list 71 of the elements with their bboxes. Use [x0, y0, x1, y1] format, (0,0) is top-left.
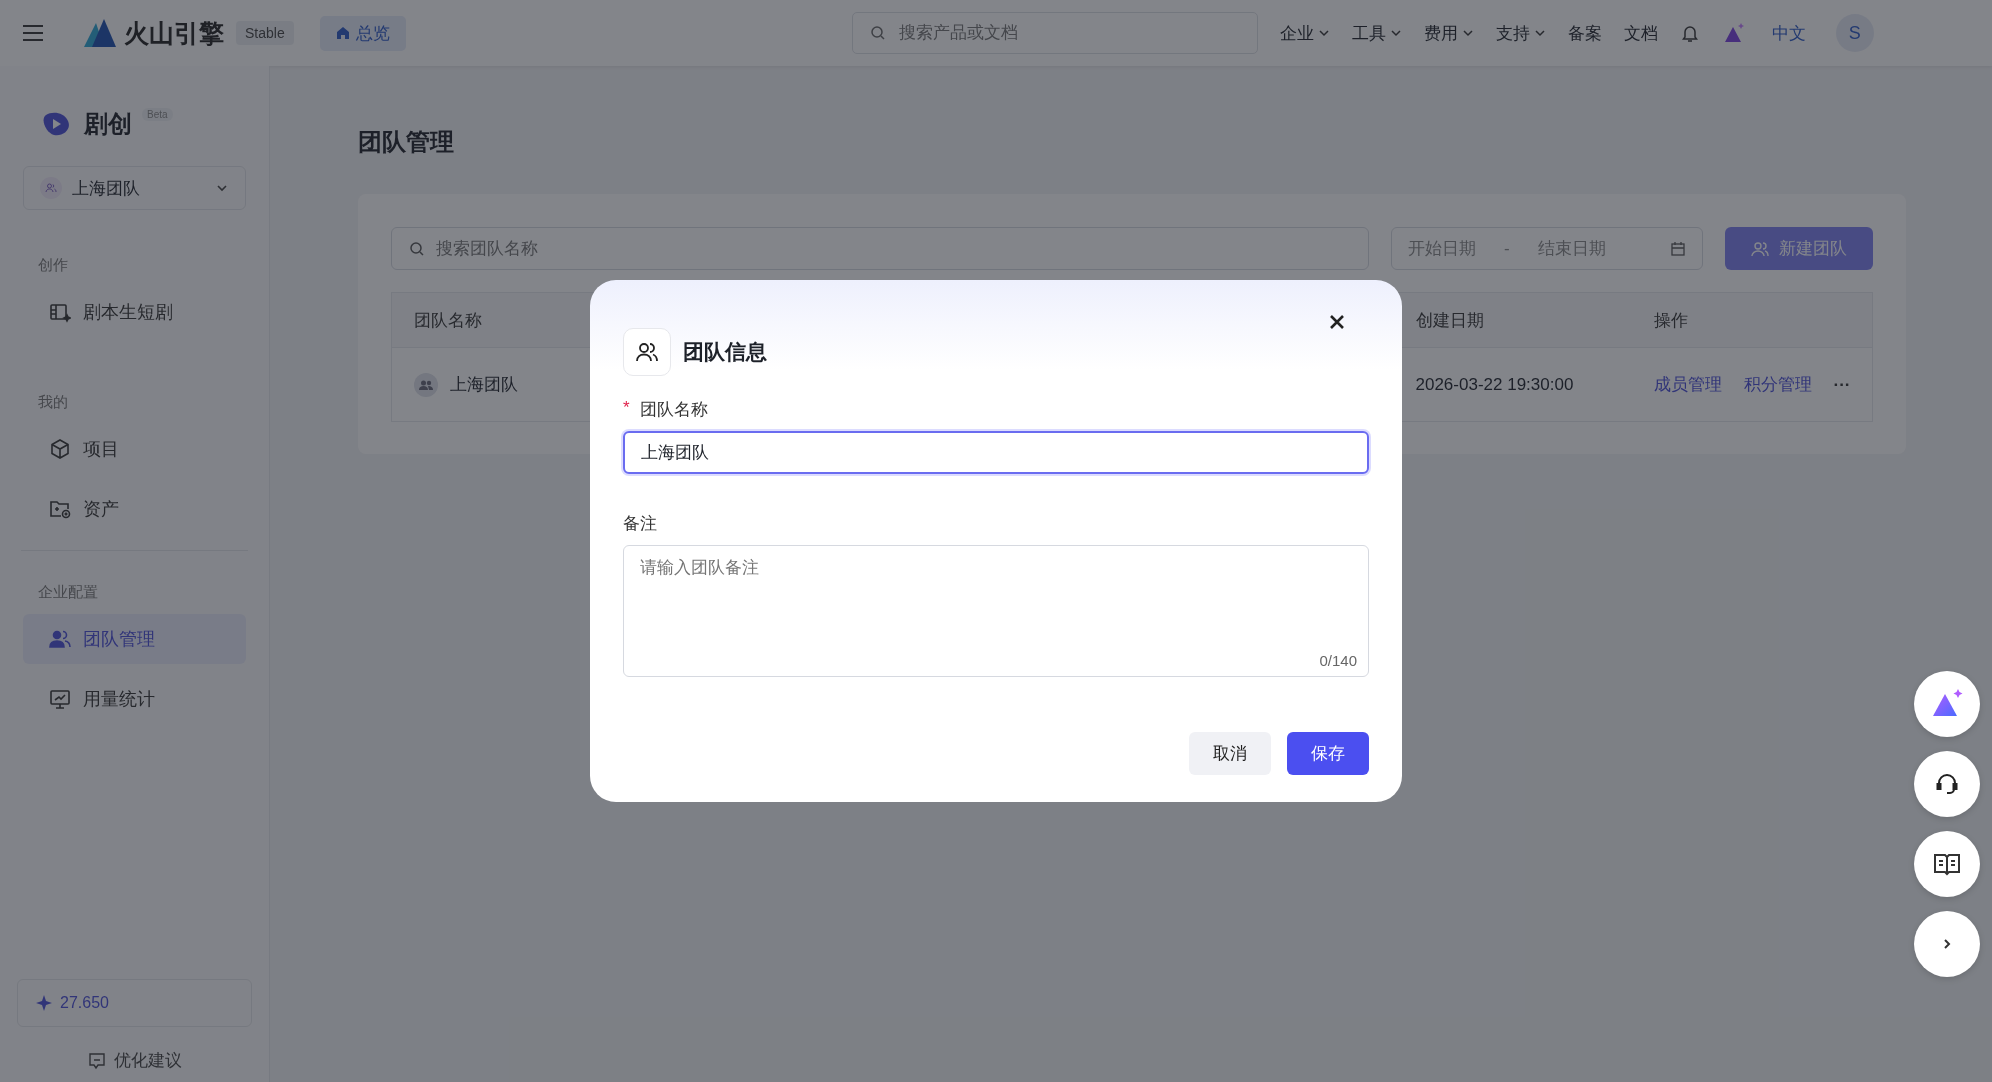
film-icon: [49, 301, 71, 323]
close-icon[interactable]: [1329, 314, 1345, 330]
sidebar-item[interactable]: 用量统计: [23, 674, 246, 724]
sidebar-item[interactable]: 项目: [23, 424, 246, 474]
cancel-button[interactable]: 取消: [1189, 732, 1271, 775]
table-cell-text: 上海团队: [450, 374, 518, 396]
field-label: 团队名称: [639, 399, 708, 421]
bell-icon[interactable]: [1679, 23, 1700, 43]
table-cell: 2026-03-22 19:30:00: [1415, 374, 1574, 394]
nav-menu[interactable]: 工具: [1351, 21, 1402, 45]
sidebar-item[interactable]: 资产: [23, 484, 246, 534]
team-icon: [1751, 239, 1769, 258]
team-icon: [49, 628, 71, 650]
chevron-down-icon: [1317, 27, 1330, 39]
more-button[interactable]: ···: [1833, 374, 1851, 395]
credits-amount: 27.650: [60, 994, 109, 1012]
nav-link[interactable]: 备案: [1567, 21, 1602, 45]
page-title: 团队管理: [358, 127, 455, 157]
feedback-link[interactable]: 优化建议: [17, 1049, 252, 1072]
language-link[interactable]: 中文: [1771, 21, 1806, 45]
sparkle-icon: [36, 995, 52, 1011]
app-logo-icon: [42, 111, 70, 137]
nav-menu[interactable]: 企业: [1279, 21, 1330, 45]
column-header: 创建日期: [1415, 310, 1484, 330]
chevron-down-icon: [1533, 27, 1546, 39]
book-icon: [1933, 852, 1961, 876]
column-header: 团队名称: [414, 310, 482, 330]
guide-button[interactable]: [1914, 831, 1980, 897]
chevron-down-icon: [1389, 27, 1402, 39]
app-name: 剧创: [84, 109, 132, 139]
team-icon: [623, 328, 671, 376]
mountain-logo-icon: [84, 19, 118, 47]
user-avatar[interactable]: S: [1835, 14, 1874, 52]
channel-tag: Stable: [236, 21, 294, 45]
cube-icon: [49, 438, 71, 460]
character-counter: 0/140: [1319, 652, 1357, 669]
team-name-field[interactable]: 上海团队: [623, 431, 1369, 474]
headset-icon: [1934, 771, 1960, 797]
home-icon: [335, 26, 350, 40]
monitor-icon: [49, 688, 71, 710]
search-field[interactable]: 搜索产品或文档: [851, 12, 1258, 54]
assistant-button[interactable]: [1914, 671, 1980, 737]
team-avatar-icon: [414, 372, 438, 397]
menu-icon[interactable]: [22, 24, 44, 42]
field-label: 备注: [623, 513, 657, 535]
action-link[interactable]: 积分管理: [1743, 373, 1812, 396]
team-search-field[interactable]: 搜索团队名称: [391, 227, 1369, 270]
expand-button[interactable]: [1914, 911, 1980, 977]
chevron-down-icon: [1461, 27, 1474, 39]
brand-name: 火山引擎: [124, 17, 224, 49]
dialog-title: 团队信息: [683, 339, 767, 365]
search-icon: [869, 25, 886, 41]
save-button[interactable]: 保存: [1287, 732, 1369, 775]
search-icon: [409, 240, 425, 257]
section-title: 我的: [38, 393, 69, 412]
nav-menu[interactable]: 支持: [1495, 21, 1546, 45]
action-link[interactable]: 成员管理: [1653, 373, 1722, 396]
team-select[interactable]: 上海团队: [23, 166, 246, 210]
overview-tab[interactable]: 总览: [319, 15, 406, 51]
calendar-icon: [1670, 240, 1686, 257]
required-mark: *: [623, 398, 630, 419]
section-title: 创作: [38, 256, 69, 275]
nav-link[interactable]: 文档: [1623, 21, 1658, 45]
team-icon: [40, 177, 62, 199]
column-header: 操作: [1653, 310, 1688, 330]
support-button[interactable]: [1914, 751, 1980, 817]
folder-icon: [49, 498, 71, 520]
sidebar-item[interactable]: 团队管理: [23, 614, 246, 664]
sidebar-item[interactable]: 剧本生短剧: [23, 287, 246, 337]
nav-menu[interactable]: 费用: [1423, 21, 1474, 45]
comment-icon: [87, 1051, 106, 1070]
